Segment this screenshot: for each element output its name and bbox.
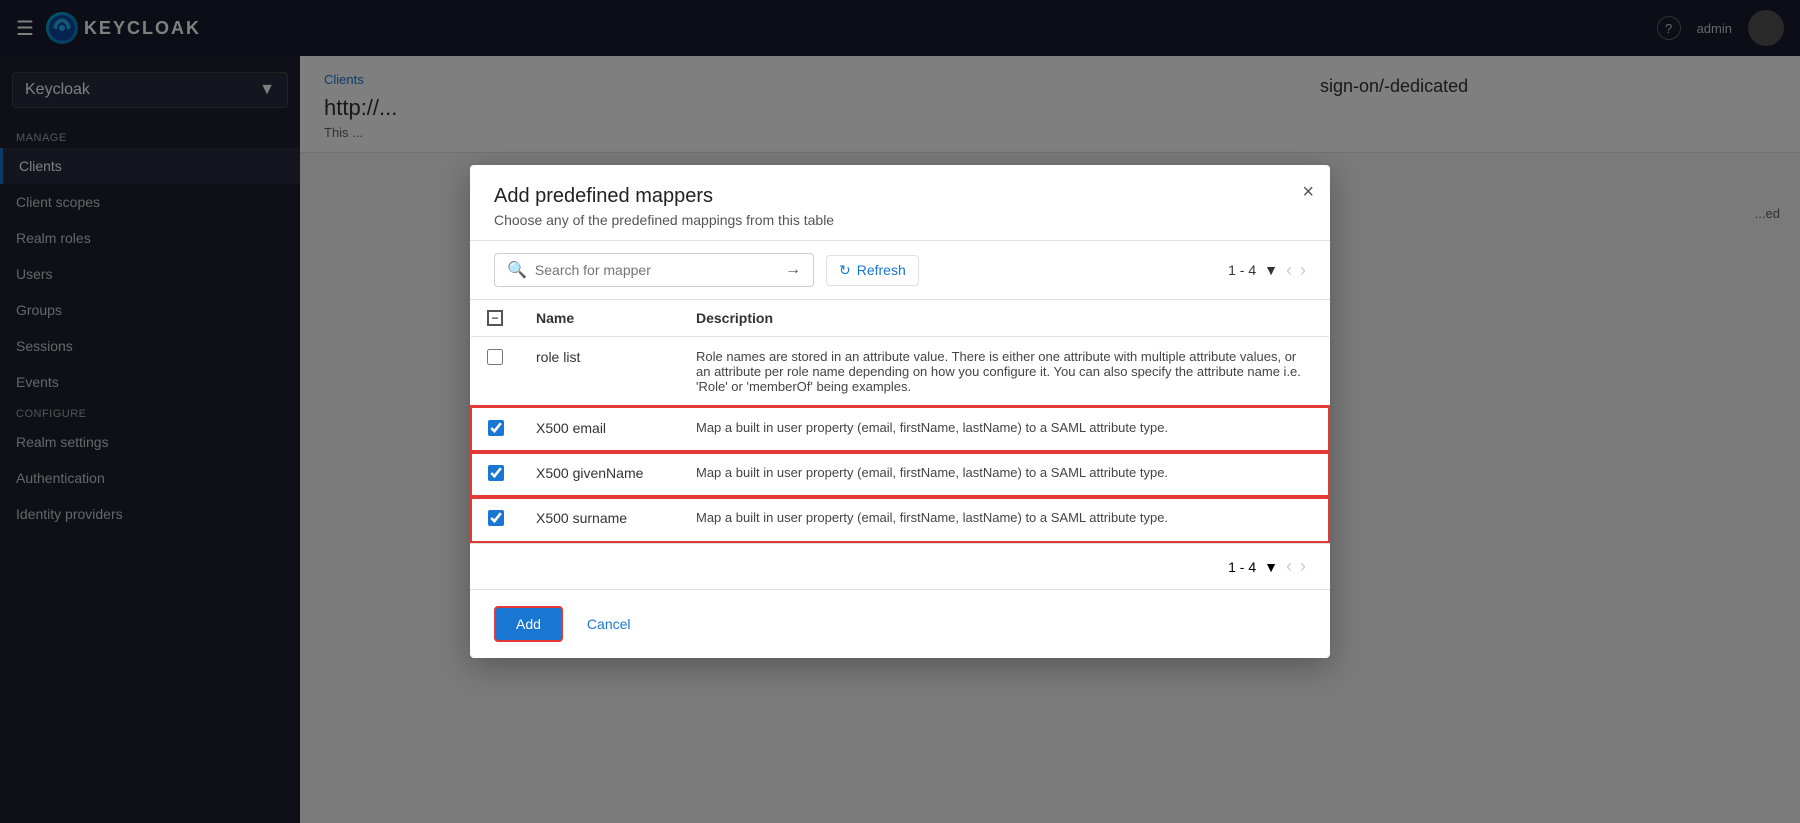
modal-body: Name Description role listRole names are…: [470, 300, 1330, 543]
modal-overlay: Add predefined mappers Choose any of the…: [300, 56, 1800, 823]
col-header-checkbox: [471, 300, 520, 337]
main-layout: Keycloak ▼ Manage Clients Client scopes …: [0, 56, 1800, 823]
row-checkbox-cell-1: [471, 407, 520, 452]
modal-title: Add predefined mappers: [494, 185, 1306, 208]
pagination-info-top: 1 - 4 ▼ ‹ ›: [1228, 260, 1306, 281]
refresh-label: Refresh: [857, 262, 906, 278]
modal-dialog: Add predefined mappers Choose any of the…: [470, 165, 1330, 658]
col-header-name: Name: [520, 300, 680, 337]
pagination-dropdown-icon[interactable]: ▼: [1264, 262, 1278, 278]
modal-toolbar: 🔍 → ↻ Refresh 1 - 4 ▼ ‹ ›: [470, 241, 1330, 300]
pagination-range-bottom: 1 - 4: [1228, 559, 1256, 575]
select-all-checkbox[interactable]: [487, 310, 503, 326]
add-button[interactable]: Add: [494, 606, 563, 642]
search-input[interactable]: [535, 262, 777, 278]
modal-close-button[interactable]: ×: [1302, 181, 1314, 204]
row-description-0: Role names are stored in an attribute va…: [680, 337, 1329, 408]
modal-footer: Add Cancel: [470, 589, 1330, 658]
pagination-prev-top[interactable]: ‹: [1286, 260, 1292, 281]
pagination-range-top: 1 - 4: [1228, 262, 1256, 278]
modal-pagination-bottom: 1 - 4 ▼ ‹ ›: [470, 543, 1330, 589]
row-name-2: X500 givenName: [520, 452, 680, 497]
row-description-1: Map a built in user property (email, fir…: [680, 407, 1329, 452]
col-header-description: Description: [680, 300, 1329, 337]
row-checkbox-cell-2: [471, 452, 520, 497]
row-checkbox-3[interactable]: [488, 510, 504, 526]
row-checkbox-1[interactable]: [488, 420, 504, 436]
refresh-icon: ↻: [839, 262, 851, 279]
row-name-3: X500 surname: [520, 497, 680, 542]
modal-header: Add predefined mappers Choose any of the…: [470, 165, 1330, 241]
row-checkbox-0[interactable]: [487, 349, 503, 365]
row-description-2: Map a built in user property (email, fir…: [680, 452, 1329, 497]
row-name-0: role list: [520, 337, 680, 408]
row-checkbox-2[interactable]: [488, 465, 504, 481]
search-box: 🔍 →: [494, 253, 814, 287]
mapper-table: Name Description role listRole names are…: [470, 300, 1330, 543]
pagination-next-bottom[interactable]: ›: [1300, 556, 1306, 577]
search-arrow-icon[interactable]: →: [785, 261, 801, 279]
row-checkbox-cell-3: [471, 497, 520, 542]
search-icon: 🔍: [507, 260, 527, 280]
content-area: Clients http://... This ... sign-on/-ded…: [300, 56, 1800, 823]
row-checkbox-cell-0: [471, 337, 520, 408]
modal-subtitle: Choose any of the predefined mappings fr…: [494, 212, 1306, 228]
table-row: role listRole names are stored in an att…: [471, 337, 1329, 408]
row-description-3: Map a built in user property (email, fir…: [680, 497, 1329, 542]
pagination-prev-bottom[interactable]: ‹: [1286, 556, 1292, 577]
table-row: X500 emailMap a built in user property (…: [471, 407, 1329, 452]
table-row: X500 givenNameMap a built in user proper…: [471, 452, 1329, 497]
pagination-next-top[interactable]: ›: [1300, 260, 1306, 281]
table-row: X500 surnameMap a built in user property…: [471, 497, 1329, 542]
refresh-button[interactable]: ↻ Refresh: [826, 255, 919, 286]
pagination-bottom-dropdown-icon[interactable]: ▼: [1264, 559, 1278, 575]
row-name-1: X500 email: [520, 407, 680, 452]
cancel-button[interactable]: Cancel: [575, 608, 643, 640]
